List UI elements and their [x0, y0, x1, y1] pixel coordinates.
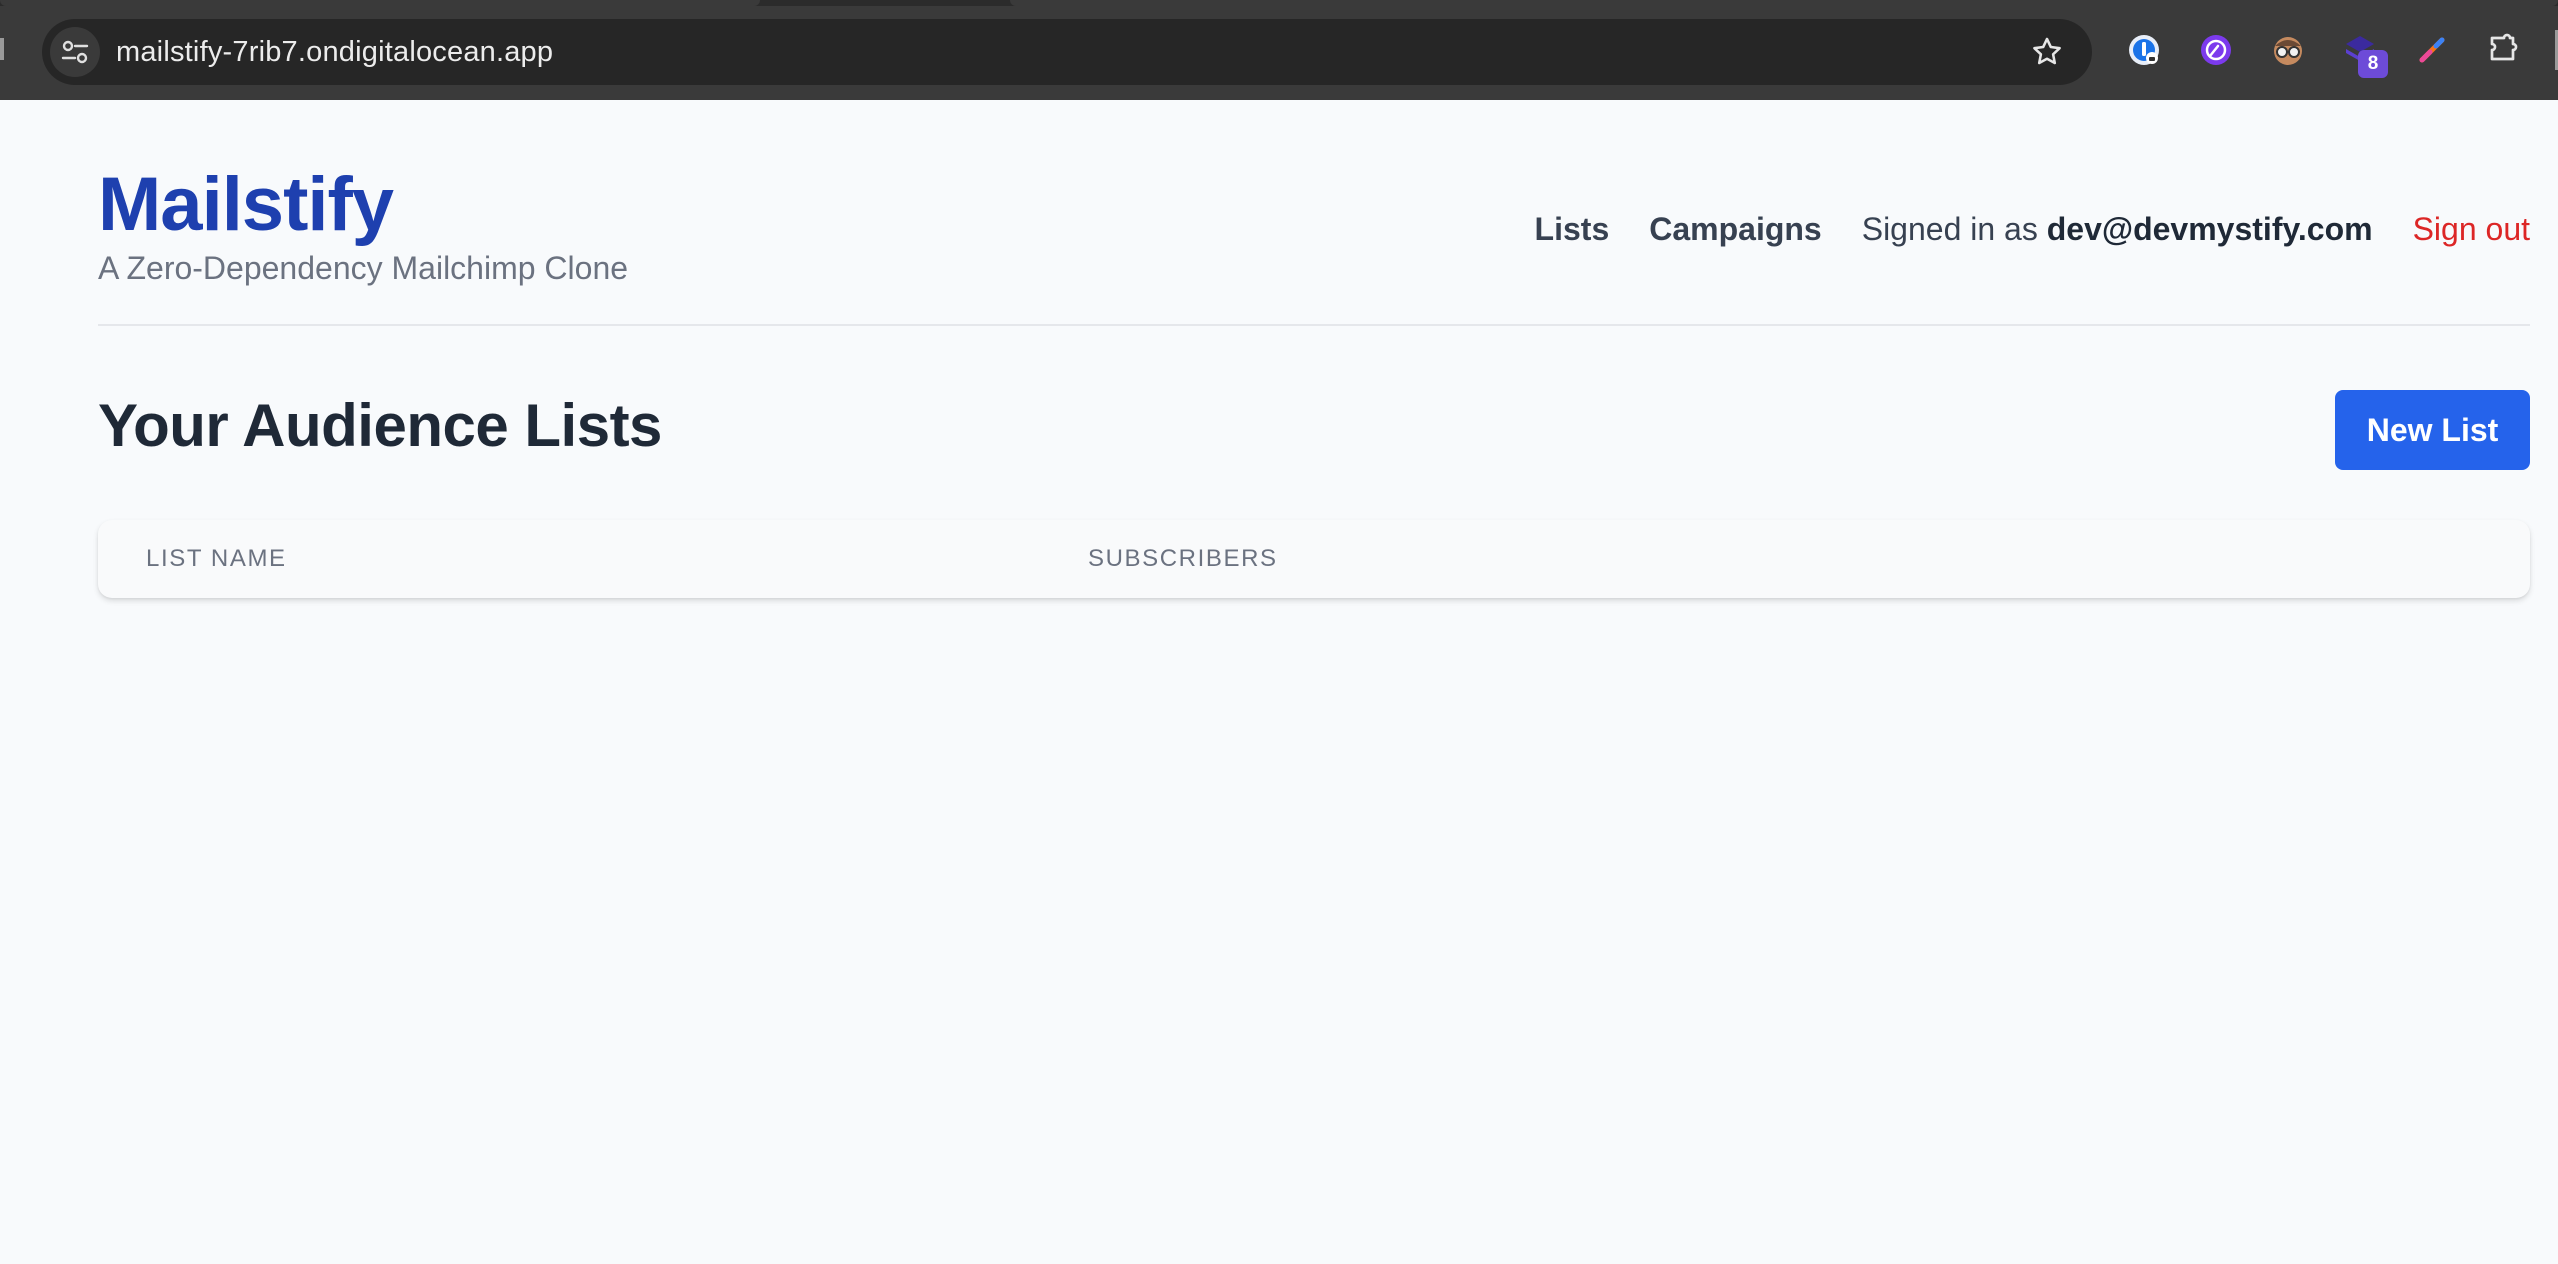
- color-pen-extension-icon: [2419, 37, 2445, 63]
- address-bar[interactable]: mailstify-7rib7.ondigitalocean.app: [42, 19, 2092, 85]
- purple-circle-extension[interactable]: [2196, 30, 2236, 70]
- password-manager-extension[interactable]: [2124, 30, 2164, 70]
- url-text[interactable]: mailstify-7rib7.ondigitalocean.app: [116, 36, 553, 69]
- nav-link-lists[interactable]: Lists: [1535, 211, 1610, 248]
- brand-tagline: A Zero-Dependency Mailchimp Clone: [98, 250, 629, 286]
- password-manager-icon: [2129, 35, 2159, 65]
- audience-lists-table: List Name Subscribers: [98, 520, 2530, 598]
- brand-logo-text[interactable]: Mailstify: [98, 162, 394, 248]
- header-divider: [98, 324, 2530, 326]
- purple-circle-extension-icon: [2201, 35, 2231, 65]
- tab-sliver-left: [0, 38, 4, 60]
- glasses-face-extension[interactable]: [2268, 30, 2308, 70]
- browser-toolbar: mailstify-7rib7.ondigitalocean.app 8: [0, 0, 2558, 100]
- tab-edge-left: [0, 0, 760, 6]
- star-icon: [2033, 37, 2061, 65]
- glasses-face-extension-icon: [2274, 37, 2302, 65]
- color-pen-extension[interactable]: [2412, 30, 2452, 70]
- column-header-list-name: List Name: [146, 545, 287, 572]
- page-content: Mailstify A Zero-Dependency Mailchimp Cl…: [0, 100, 2558, 1264]
- stack-extension[interactable]: 8: [2340, 30, 2388, 78]
- tune-icon: [61, 40, 89, 64]
- user-email: dev@devmystify.com: [2046, 210, 2373, 247]
- site-info-button[interactable]: [50, 27, 100, 77]
- signed-in-prefix: Signed in as: [1861, 210, 2047, 247]
- bookmark-star-button[interactable]: [2028, 33, 2066, 71]
- extension-badge: 8: [2358, 50, 2388, 78]
- page-title: Your Audience Lists: [98, 392, 662, 459]
- column-header-subscribers: Subscribers: [1088, 545, 1278, 572]
- top-nav: Lists Campaigns Signed in as dev@devmyst…: [1535, 204, 2530, 254]
- tab-edge-right: [1010, 0, 2558, 6]
- sign-out-link[interactable]: Sign out: [2413, 211, 2530, 248]
- extensions-menu-button[interactable]: [2484, 30, 2524, 70]
- new-list-button[interactable]: New List: [2335, 390, 2530, 470]
- puzzle-piece-icon: [2490, 33, 2518, 61]
- signed-in-status: Signed in as dev@devmystify.com: [1862, 211, 2373, 248]
- nav-link-campaigns[interactable]: Campaigns: [1649, 211, 1821, 248]
